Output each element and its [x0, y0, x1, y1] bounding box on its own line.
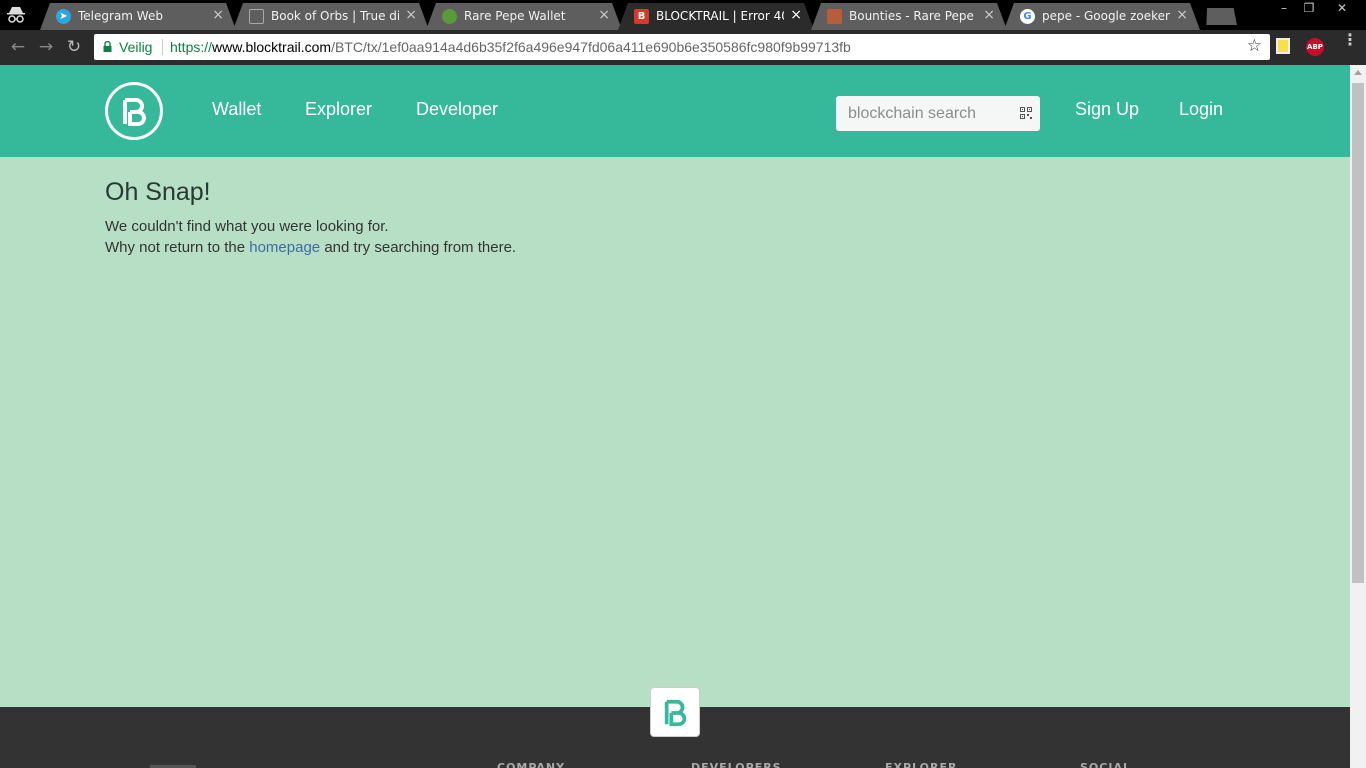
- close-tab-icon[interactable]: ×: [212, 7, 224, 23]
- extension-icon[interactable]: [1276, 38, 1290, 54]
- nav-developer[interactable]: Developer: [416, 99, 498, 120]
- restore-button[interactable]: ❐: [1296, 0, 1322, 18]
- tab-book-of-orbs[interactable]: Book of Orbs | True digita ×: [233, 3, 429, 30]
- url-host: www.blocktrail.com: [212, 39, 332, 55]
- qr-code-icon[interactable]: [1020, 107, 1032, 119]
- back-icon[interactable]: ←: [8, 37, 28, 57]
- document-icon: [249, 9, 264, 24]
- url-text[interactable]: https://www.blocktrail.com/BTC/tx/1ef0aa…: [170, 39, 851, 55]
- footer-heading-developers: DEVELOPERS: [691, 761, 782, 768]
- tab-blocktrail[interactable]: B BLOCKTRAIL | Error 404 ×: [618, 3, 814, 30]
- text: Why not return to the: [105, 239, 250, 256]
- new-tab-button[interactable]: [1206, 8, 1237, 25]
- nav-wallet[interactable]: Wallet: [212, 99, 261, 120]
- tab-title: Rare Pepe Wallet: [464, 9, 566, 23]
- error-line-2: Why not return to the homepage and try s…: [105, 237, 516, 258]
- error-message: Oh Snap! We couldn't find what you were …: [105, 178, 516, 258]
- blocktrail-icon: B: [634, 9, 649, 24]
- telegram-icon: ➤: [56, 9, 71, 24]
- site-header: Wallet Explorer Developer Sign Up Login: [0, 65, 1350, 157]
- tab-title: BLOCKTRAIL | Error 404: [656, 9, 784, 23]
- scroll-up-arrow[interactable]: [1354, 70, 1362, 75]
- incognito-icon: [7, 7, 25, 23]
- tab-title: Book of Orbs | True digita: [271, 9, 399, 23]
- reload-icon[interactable]: ↻: [64, 37, 84, 57]
- footer-logo[interactable]: [650, 687, 700, 737]
- tab-title: Telegram Web: [78, 9, 163, 23]
- tab-rare-pepe-wallet[interactable]: Rare Pepe Wallet ×: [426, 3, 622, 30]
- error-line-1: We couldn't find what you were looking f…: [105, 218, 389, 235]
- address-bar[interactable]: Veilig https://www.blocktrail.com/BTC/tx…: [94, 34, 1270, 60]
- url-path: /BTC/tx/1ef0aa914a4d6b35f2f6a496e947fd06…: [331, 39, 851, 55]
- tab-telegram[interactable]: ➤ Telegram Web ×: [40, 3, 236, 30]
- lock-icon: [103, 41, 112, 52]
- blocktrail-b-icon: [123, 98, 146, 126]
- text: and try searching from there.: [320, 239, 517, 256]
- blocktrail-logo[interactable]: [105, 82, 163, 140]
- close-tab-icon[interactable]: ×: [790, 7, 802, 23]
- footer-heading-explorer: EXPLORER: [885, 761, 958, 768]
- close-tab-icon[interactable]: ×: [598, 7, 610, 23]
- forward-icon[interactable]: →: [36, 37, 56, 57]
- close-tab-icon[interactable]: ×: [983, 7, 995, 23]
- secure-label: Veilig: [119, 39, 153, 55]
- divider: [162, 39, 163, 55]
- homepage-link[interactable]: homepage: [249, 239, 320, 256]
- close-window-button[interactable]: ✕: [1324, 0, 1360, 18]
- tab-title: pepe - Google zoeken: [1042, 9, 1170, 23]
- footer-heading-social: SOCIAL: [1080, 761, 1131, 768]
- browser-menu-icon[interactable]: ⋮: [1342, 32, 1358, 48]
- tab-title: Bounties - Rare Pepe Net: [849, 9, 974, 23]
- sign-up-link[interactable]: Sign Up: [1075, 99, 1139, 120]
- browser-toolbar: ← → ↻ Veilig https://www.blocktrail.com/…: [0, 30, 1366, 65]
- close-tab-icon[interactable]: ×: [405, 7, 417, 23]
- footer-heading-company: COMPANY: [497, 761, 566, 768]
- minimize-button[interactable]: –: [1271, 0, 1297, 18]
- bookmark-star-icon[interactable]: ☆: [1247, 36, 1262, 56]
- scrollbar-thumb[interactable]: [1352, 83, 1364, 583]
- page-title: Oh Snap!: [105, 178, 211, 206]
- adblock-plus-icon[interactable]: ABP: [1306, 38, 1324, 56]
- blocktrail-b-icon: [664, 699, 687, 727]
- tab-strip: ➤ Telegram Web × Book of Orbs | True dig…: [0, 0, 1366, 30]
- bounties-icon: [827, 9, 842, 24]
- blockchain-search-input[interactable]: [836, 96, 1040, 131]
- tab-google[interactable]: G pepe - Google zoeken ×: [1004, 3, 1200, 30]
- url-scheme: https://: [170, 39, 213, 55]
- pepe-icon: [442, 9, 457, 24]
- nav-explorer[interactable]: Explorer: [305, 99, 372, 120]
- login-link[interactable]: Login: [1179, 99, 1223, 120]
- close-tab-icon[interactable]: ×: [1176, 7, 1188, 23]
- google-icon: G: [1020, 9, 1035, 24]
- tab-bounties[interactable]: Bounties - Rare Pepe Net ×: [811, 3, 1007, 30]
